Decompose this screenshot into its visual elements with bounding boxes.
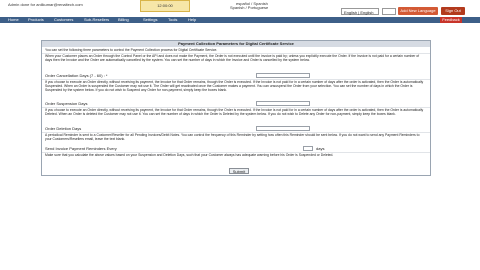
cancellation-description: When your Customer places an Order throu… xyxy=(45,54,420,63)
reminder-label: Send Invoice Payment Reminders Every xyxy=(45,146,117,151)
reminder-description: A periodical Reminder is sent to a Custo… xyxy=(45,133,420,142)
reminder-unit-label: days xyxy=(316,146,325,151)
language-search-input[interactable] xyxy=(382,8,396,15)
suspension-description: If you choose to execute an Order direct… xyxy=(45,80,424,93)
nav-home[interactable]: Home xyxy=(8,17,19,23)
warning-note: Make sure that you calculate the above v… xyxy=(45,153,334,157)
top-header: Admin done for anilkumar@renaltech.com 1… xyxy=(0,0,480,18)
payment-collection-panel: Payment Collection Parameters for Digita… xyxy=(41,40,431,176)
order-cancellation-label: Order Cancellation Days (7 - 60) : * xyxy=(45,73,108,78)
sign-out-button[interactable]: Sign Out xyxy=(441,7,465,15)
admin-login-info: Admin done for anilkumar@renaltech.com xyxy=(8,2,83,7)
language-subtitle: Spanish / Portuguese xyxy=(230,5,269,10)
order-suspension-input[interactable] xyxy=(256,101,310,106)
nav-settings[interactable]: Settings xyxy=(143,17,157,23)
nav-help[interactable]: Help xyxy=(188,17,196,23)
add-language-button[interactable]: Add New Language xyxy=(398,7,438,15)
nav-products[interactable]: Products xyxy=(28,17,44,23)
order-cancellation-input[interactable] xyxy=(256,73,310,78)
panel-title: Payment Collection Parameters for Digita… xyxy=(42,41,430,47)
nav-sub-resellers[interactable]: Sub-Resellers xyxy=(84,17,109,23)
order-deletion-label: Order Deletion Days xyxy=(45,126,82,131)
brand-logo: 12:00:00 xyxy=(140,0,190,12)
language-select[interactable]: English | English xyxy=(341,8,379,15)
order-suspension-label: Order Suspension Days xyxy=(45,101,88,106)
deletion-description: If you choose to execute an Order direct… xyxy=(45,108,424,117)
nav-tools[interactable]: Tools xyxy=(168,17,177,23)
nav-customers[interactable]: Customers xyxy=(54,17,73,23)
intro-text: You can set the following three paramete… xyxy=(45,48,218,52)
submit-button[interactable]: Submit xyxy=(229,168,249,174)
feedback-button[interactable]: Feedback xyxy=(440,17,462,23)
reminder-days-input[interactable] xyxy=(303,146,313,151)
main-nav: Home Products Customers Sub-Resellers Bi… xyxy=(0,17,480,23)
order-deletion-input[interactable] xyxy=(256,126,310,131)
nav-billing[interactable]: Billing xyxy=(118,17,129,23)
